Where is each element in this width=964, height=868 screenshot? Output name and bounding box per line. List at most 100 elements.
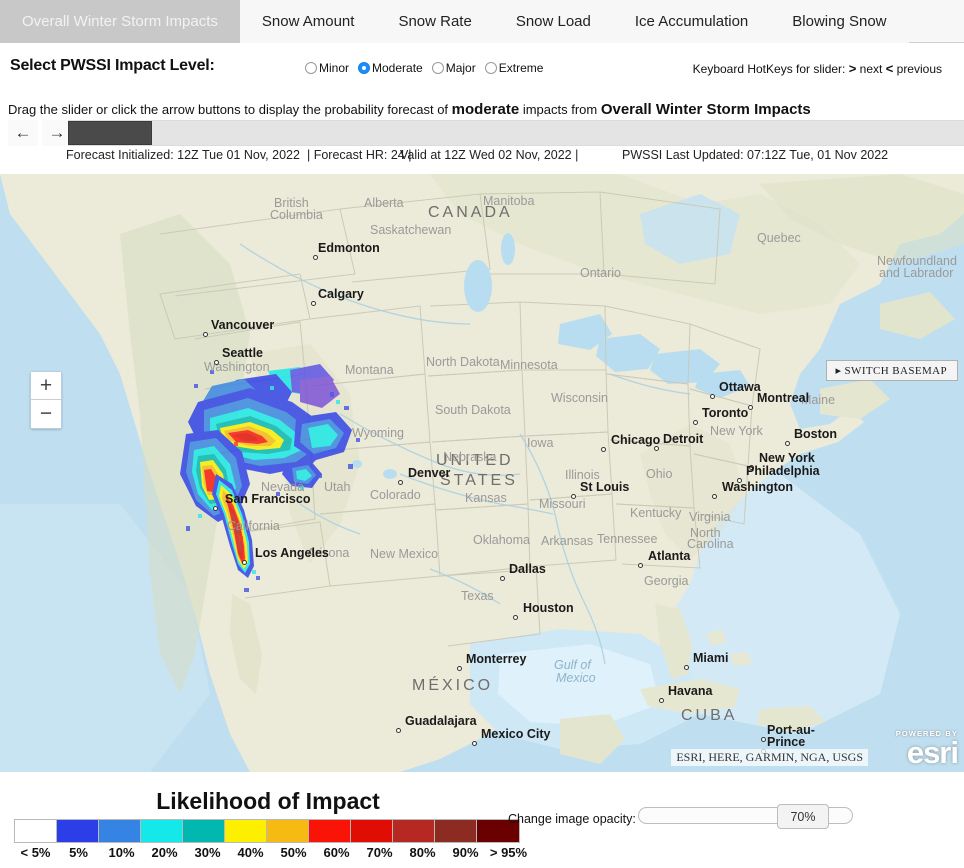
legend-color-cell bbox=[267, 820, 309, 842]
hotkeys-hint: Keyboard HotKeys for slider: > next < pr… bbox=[693, 61, 942, 76]
legend-color-cell bbox=[57, 820, 99, 842]
map-city-dot-icon bbox=[710, 394, 715, 399]
legend-color-cell bbox=[393, 820, 435, 842]
arrow-right-icon: → bbox=[48, 123, 66, 142]
legend-color-cell bbox=[99, 820, 141, 842]
instruction-part1: Drag the slider or click the arrow butto… bbox=[8, 102, 452, 117]
tab-snow-load[interactable]: Snow Load bbox=[493, 0, 613, 43]
forecast-time-slider-row: ← → bbox=[0, 120, 964, 146]
slider-previous-button[interactable]: ← bbox=[8, 120, 38, 146]
map-city-dot-icon bbox=[214, 360, 219, 365]
legend-color-cell bbox=[351, 820, 393, 842]
legend-tick-label: 30% bbox=[194, 845, 221, 860]
map-city-dot-icon bbox=[203, 332, 208, 337]
switch-basemap-button[interactable]: ▸ SWITCH BASEMAP bbox=[826, 360, 958, 381]
map-city-dot-icon bbox=[500, 576, 505, 581]
legend-tick-label: 60% bbox=[323, 845, 350, 860]
zoom-out-button[interactable]: − bbox=[31, 400, 61, 428]
forecast-map[interactable]: CANADA UNITED STATES MÉXICO CUBA British Colum… bbox=[0, 174, 964, 772]
map-zoom-controls: + − bbox=[30, 371, 62, 429]
radio-option-moderate[interactable]: Moderate bbox=[358, 61, 423, 75]
legend-tick-label: 5% bbox=[69, 845, 88, 860]
impact-level-title: Select PWSSI Impact Level: bbox=[10, 57, 215, 74]
forecast-valid-time: Valid at 12Z Wed 02 Nov, 2022 | bbox=[400, 148, 579, 162]
instruction-emphasis-level: moderate bbox=[451, 101, 520, 118]
legend-color-bar bbox=[14, 819, 520, 843]
radio-dot-icon bbox=[305, 62, 317, 74]
map-city-dot-icon bbox=[242, 560, 247, 565]
map-basemap-graphic bbox=[0, 174, 964, 772]
map-city-dot-icon bbox=[737, 478, 742, 483]
opacity-slider-handle[interactable]: 70% bbox=[777, 804, 829, 829]
radio-label: Moderate bbox=[372, 61, 423, 75]
map-city-dot-icon bbox=[684, 665, 689, 670]
esri-logo: POWERED BY esri bbox=[896, 729, 959, 768]
tab-label: Blowing Snow bbox=[792, 13, 887, 30]
tab-label: Ice Accumulation bbox=[634, 13, 749, 30]
legend-title: Likelihood of Impact bbox=[156, 788, 380, 814]
map-city-dot-icon bbox=[396, 728, 401, 733]
map-city-dot-icon bbox=[749, 465, 754, 470]
map-city-dot-icon bbox=[398, 480, 403, 485]
map-attribution: ESRI, HERE, GARMIN, NGA, USGS bbox=[671, 749, 868, 766]
opacity-label: Change image opacity: bbox=[508, 812, 636, 826]
map-city-dot-icon bbox=[638, 563, 643, 568]
radio-dot-icon bbox=[431, 62, 444, 74]
map-city-dot-icon bbox=[213, 506, 218, 511]
tab-label: Snow Amount bbox=[261, 13, 355, 30]
zoom-in-button[interactable]: + bbox=[31, 372, 61, 400]
hotkeys-prefix: Keyboard HotKeys for slider: bbox=[692, 62, 846, 76]
tab-label: Overall Winter Storm Impacts bbox=[22, 13, 218, 30]
radio-option-extreme[interactable]: Extreme bbox=[484, 61, 543, 75]
forecast-metadata: Forecast Initialized: 12Z Tue 01 Nov, 20… bbox=[0, 148, 964, 170]
radio-label: Major bbox=[445, 61, 476, 75]
tab-overall-winter-storm-impacts[interactable]: Overall Winter Storm Impacts bbox=[0, 0, 240, 43]
legend-tick-labels: < 5% 5% 10% 20% 30% 40% 50% 60% 70% 80% 90% > 95% bbox=[14, 845, 530, 860]
opacity-slider-track[interactable]: 70% bbox=[638, 804, 853, 829]
slider-track[interactable] bbox=[68, 120, 964, 146]
map-city-dot-icon bbox=[601, 447, 606, 452]
forecast-hour: | Forecast HR: 24 | bbox=[307, 148, 412, 162]
impact-level-row: Select PWSSI Impact Level: Minor Moderat… bbox=[0, 43, 964, 93]
tab-snow-amount[interactable]: Snow Amount bbox=[239, 0, 377, 43]
legend-tick-label: 10% bbox=[108, 845, 135, 860]
map-city-dot-icon bbox=[311, 301, 316, 306]
map-city-dot-icon bbox=[748, 405, 753, 410]
plus-icon: + bbox=[39, 373, 53, 397]
hotkeys-prev-key: < bbox=[885, 61, 894, 76]
radio-dot-icon bbox=[484, 62, 497, 74]
tab-ice-accumulation[interactable]: Ice Accumulation bbox=[612, 0, 771, 43]
legend-tick-label: 70% bbox=[366, 845, 393, 860]
map-city-dot-icon bbox=[693, 420, 698, 425]
legend-color-cell bbox=[309, 820, 351, 842]
map-city-dot-icon bbox=[472, 741, 477, 746]
map-city-dot-icon bbox=[761, 737, 766, 742]
map-city-dot-icon bbox=[313, 255, 318, 260]
tab-blowing-snow[interactable]: Blowing Snow bbox=[770, 0, 909, 43]
tab-bar: Overall Winter Storm Impacts Snow Amount… bbox=[0, 0, 964, 43]
arrow-left-icon: ← bbox=[14, 123, 32, 142]
map-city-dot-icon bbox=[513, 615, 518, 620]
minus-icon: − bbox=[39, 402, 53, 425]
radio-dot-icon bbox=[358, 62, 371, 74]
instruction-part2: impacts from bbox=[519, 102, 601, 117]
impact-level-radio-group: Minor Moderate Major Extreme bbox=[305, 61, 543, 75]
hotkeys-prev-label: previous bbox=[896, 62, 942, 76]
tab-label: Snow Rate bbox=[398, 13, 472, 30]
map-city-dot-icon bbox=[659, 698, 664, 703]
tab-label: Snow Load bbox=[515, 13, 591, 30]
map-city-dot-icon bbox=[571, 494, 576, 499]
legend-color-cell bbox=[225, 820, 267, 842]
slider-instruction: Drag the slider or click the arrow butto… bbox=[8, 101, 811, 118]
pwssi-last-updated: PWSSI Last Updated: 07:12Z Tue, 01 Nov 2… bbox=[622, 148, 889, 162]
map-city-dot-icon bbox=[712, 494, 717, 499]
slider-handle[interactable] bbox=[68, 121, 152, 145]
map-city-dot-icon bbox=[785, 441, 790, 446]
radio-option-minor[interactable]: Minor bbox=[305, 61, 349, 75]
legend-color-cell bbox=[183, 820, 225, 842]
tab-snow-rate[interactable]: Snow Rate bbox=[376, 0, 494, 43]
legend-color-cell bbox=[15, 820, 57, 842]
radio-option-major[interactable]: Major bbox=[431, 61, 476, 75]
pwssi-app: Overall Winter Storm Impacts Snow Amount… bbox=[0, 0, 964, 868]
legend-tick-label: < 5% bbox=[20, 845, 51, 860]
